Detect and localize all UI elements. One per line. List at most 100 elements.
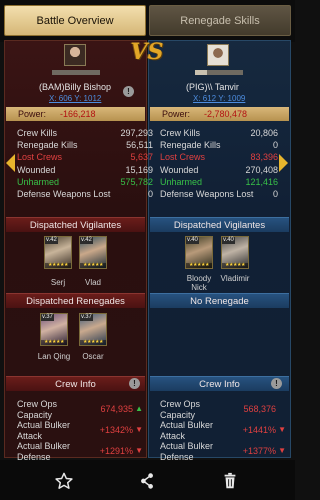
stat-row: Renegade Kills 56,511	[17, 139, 153, 151]
info-icon[interactable]: !	[123, 86, 134, 97]
stat-label: Crew Kills	[17, 128, 58, 138]
attacker-stats: Crew Kills 297,293 Renegade Kills 56,511 L…	[17, 127, 153, 200]
defender-vigilantes-header: Dispatched Vigilantes	[150, 217, 289, 232]
defender-status-bar	[195, 70, 243, 75]
stat-label: Renegade Kills	[17, 140, 78, 151]
stars-icon: ★★★★★	[222, 263, 248, 268]
crew-info-label: Crew Ops Capacity	[160, 399, 201, 420]
vigilante-name: Serj	[50, 278, 66, 287]
renegade-name: Oscar	[82, 352, 104, 361]
crew-info-value: +1377%	[242, 446, 276, 456]
vigilante-name: Bloody Nick	[186, 274, 212, 292]
crew-info-title: Crew Info	[55, 378, 96, 390]
crew-info-title: Crew Info	[199, 378, 240, 390]
star-icon[interactable]	[55, 472, 73, 490]
stat-value: 0	[272, 189, 278, 200]
attacker-status-bar	[52, 70, 100, 75]
stat-value: 297,293	[120, 128, 153, 138]
level-badge: v.37	[41, 314, 54, 321]
stat-row: Defense Weapons Lost 0	[17, 188, 153, 200]
stat-value: 0	[147, 189, 153, 200]
level-badge: v.40	[222, 237, 235, 244]
vigilante-card-serj[interactable]: v.42 ★★★★★	[44, 236, 72, 269]
stat-row: Renegade Kills 0	[160, 139, 278, 151]
tab-bar: Battle Overview Renegade Skills	[0, 0, 295, 42]
crew-info-row: Actual Bulker Defense +1377% ▼	[160, 441, 288, 462]
attacker-renegades-header: Dispatched Renegades	[6, 293, 145, 308]
arrow-down-icon: ▼	[278, 446, 286, 455]
crew-info-label: Actual Bulker Defense	[160, 441, 214, 462]
stat-label: Wounded	[17, 164, 56, 175]
stat-value: 15,169	[125, 164, 153, 175]
attacker-coordinates-link[interactable]: X: 606 Y: 1012	[49, 94, 101, 103]
vigilante-card-vladimir[interactable]: v.40 ★★★★★	[221, 236, 249, 269]
stat-row: Crew Kills 297,293	[17, 127, 153, 139]
defender-crew-info-header: Crew Info	[150, 376, 289, 391]
stat-value: 575,782	[120, 176, 153, 187]
level-badge: v.40	[186, 237, 199, 244]
stat-label: Unharmed	[17, 176, 60, 187]
stars-icon: ★★★★★	[186, 263, 212, 268]
arrow-down-icon: ▼	[278, 425, 286, 434]
defender-crew-info: Crew Ops Capacity 568,376 Actual Bulker …	[160, 399, 288, 462]
stars-icon: ★★★★★	[80, 263, 106, 268]
level-badge: v.42	[45, 237, 58, 244]
stat-label: Lost Crews	[17, 152, 63, 163]
arrow-down-icon: ▼	[135, 425, 143, 434]
level-badge: v.42	[80, 237, 93, 244]
crew-info-row: Actual Bulker Defense +1291% ▼	[17, 441, 145, 462]
stat-row: Unharmed 121,416	[160, 176, 278, 188]
defender-name: (PIG)\\ Tanvir	[186, 82, 239, 92]
crew-info-label: Crew Ops Capacity	[17, 399, 58, 420]
stat-value: 270,408	[245, 164, 278, 175]
vigilante-card-vlad[interactable]: v.42 ★★★★★	[79, 236, 107, 269]
renegade-name: Lan Qing	[37, 352, 71, 361]
stars-icon: ★★★★★	[45, 263, 71, 268]
crew-info-value: 568,376	[243, 404, 276, 414]
crew-info-value: 674,935	[100, 404, 133, 414]
share-icon[interactable]	[138, 472, 156, 490]
arrow-down-icon: ▼	[135, 446, 143, 455]
crew-info-label: Actual Bulker Attack	[160, 420, 214, 441]
info-icon[interactable]: !	[129, 378, 140, 389]
crew-info-label: Actual Bulker Attack	[17, 420, 71, 441]
stat-value: 83,396	[250, 152, 278, 163]
stat-row: Wounded 270,408	[160, 164, 278, 176]
stat-value: 0	[272, 140, 278, 151]
stat-label: Lost Crews	[160, 152, 206, 163]
attacker-crew-info-header: Crew Info	[6, 376, 145, 391]
defender-coordinates-link[interactable]: X: 612 Y: 1009	[193, 94, 245, 103]
stat-row: Defense Weapons Lost 0	[160, 188, 278, 200]
crew-info-value: +1441%	[242, 425, 276, 435]
attacker-power-value: -166,218	[60, 109, 96, 119]
crew-info-row: Crew Ops Capacity 674,935 ▲	[17, 399, 145, 420]
tab-renegade-skills[interactable]: Renegade Skills	[149, 5, 291, 36]
power-label: Power:	[18, 109, 47, 119]
bottom-toolbar	[0, 460, 295, 500]
stat-value: 20,806	[250, 128, 278, 138]
info-icon[interactable]: !	[271, 378, 282, 389]
stat-label: Unharmed	[160, 176, 203, 187]
crew-info-row: Actual Bulker Attack +1342% ▼	[17, 420, 145, 441]
stat-value: 56,511	[126, 140, 153, 151]
stat-label: Crew Kills	[160, 128, 201, 138]
stat-label: Wounded	[160, 164, 199, 175]
defender-avatar[interactable]	[207, 44, 229, 66]
crew-info-row: Actual Bulker Attack +1441% ▼	[160, 420, 288, 441]
power-label: Power:	[162, 109, 191, 119]
renegade-card-oscar[interactable]: v.37 ★★★★★	[79, 313, 107, 346]
defender-power-bar: Power: -2,780,478	[150, 107, 289, 121]
crew-info-value: +1291%	[99, 446, 133, 456]
renegade-card-lan-qing[interactable]: v.37 ★★★★★	[40, 313, 68, 346]
trash-icon[interactable]	[221, 472, 239, 490]
vigilante-card-bloody-nick[interactable]: v.40 ★★★★★	[185, 236, 213, 269]
stat-value: 121,416	[245, 176, 278, 187]
crew-info-value: +1342%	[99, 425, 133, 435]
vs-badge: VS	[130, 39, 164, 65]
stat-value: 5,637	[130, 152, 153, 163]
vigilante-name: Vladimir	[220, 274, 250, 283]
stat-row: Wounded 15,169	[17, 164, 153, 176]
stat-label: Renegade Kills	[160, 140, 221, 151]
attacker-avatar[interactable]	[64, 44, 86, 66]
tab-battle-overview[interactable]: Battle Overview	[4, 5, 146, 36]
